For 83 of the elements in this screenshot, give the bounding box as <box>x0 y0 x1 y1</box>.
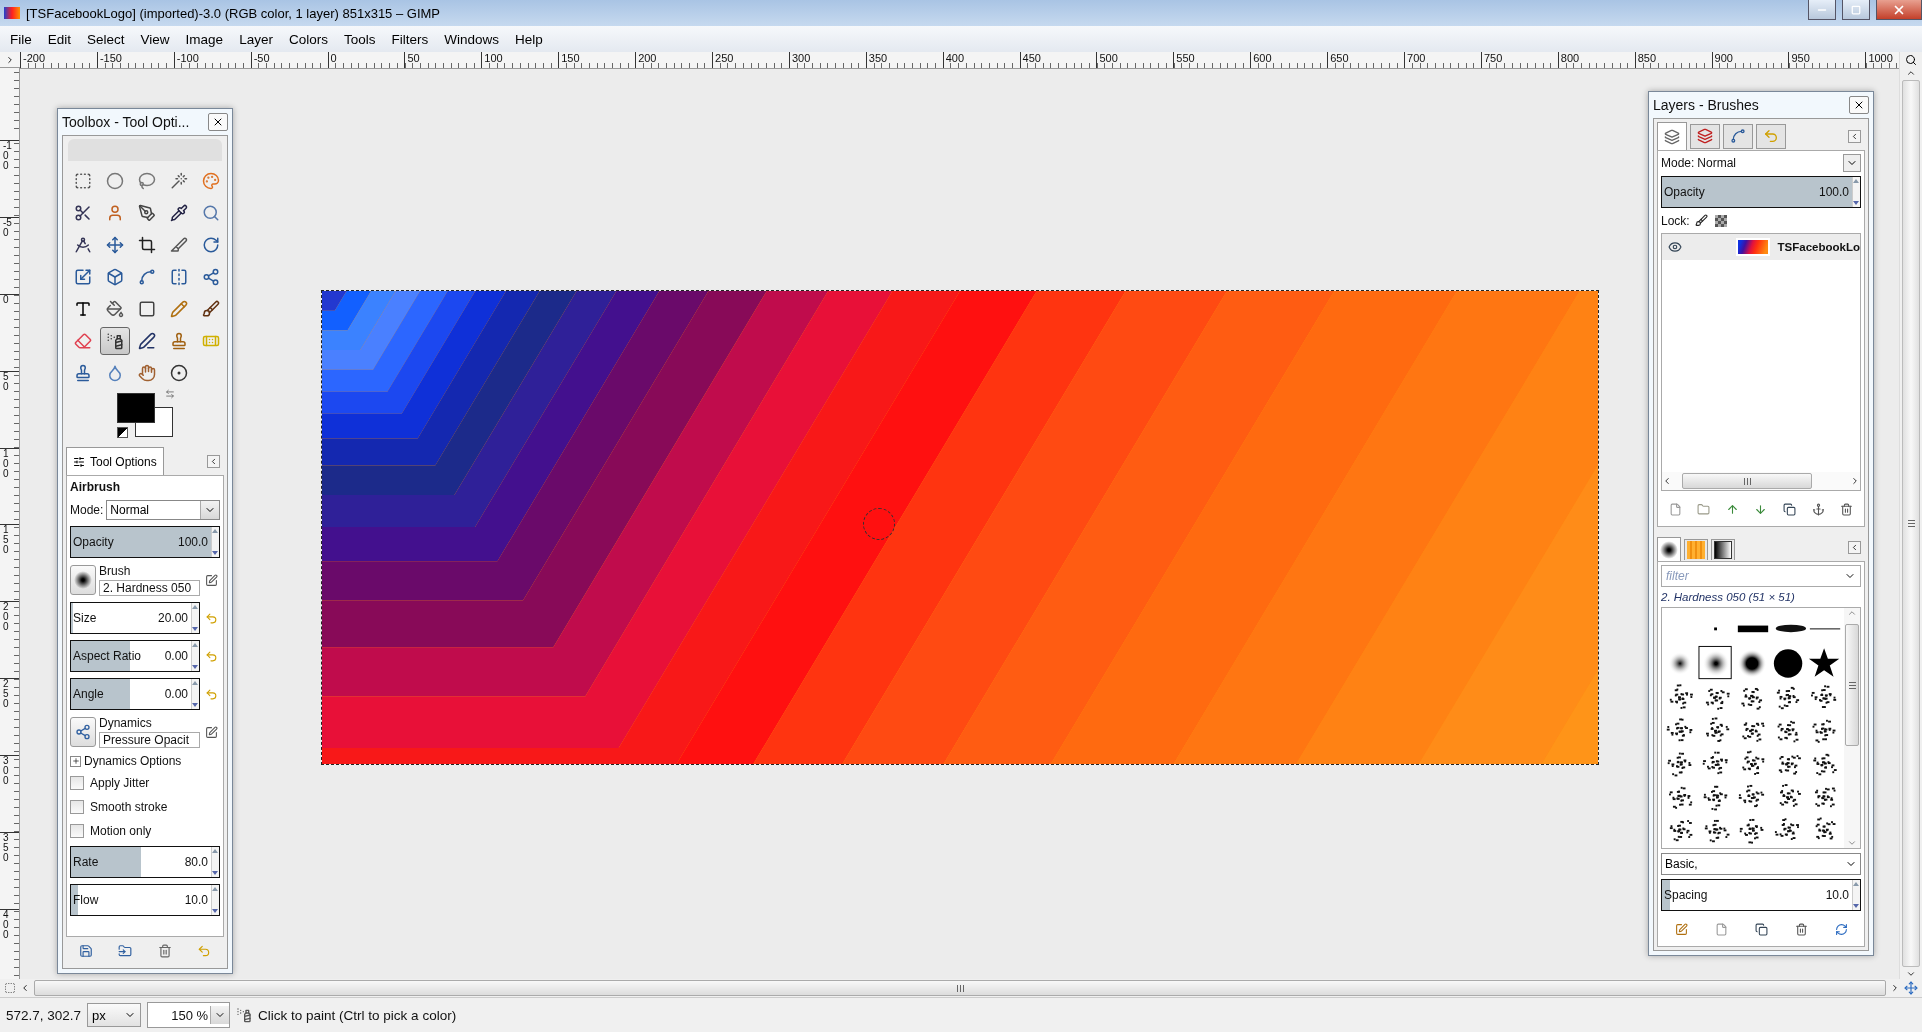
tool-options-tab[interactable]: Tool Options <box>66 447 164 475</box>
window-title: [TSFacebookLogo] (imported)-3.0 (RGB color, 1 layer) 851x315 – GIMP <box>26 5 442 21</box>
ruler-label: 300 <box>2 756 10 787</box>
ruler-label: 900 <box>1713 52 1734 64</box>
status-message: Click to paint (Ctrl to pick a color) <box>258 1007 457 1023</box>
value-slider[interactable]: Rate 80.0 <box>70 846 220 878</box>
mode-value: Normal <box>1697 156 1737 170</box>
ruler-label: 200 <box>2 602 10 633</box>
layer-name: TSFacebookLo <box>1777 241 1860 253</box>
layer-row[interactable]: TSFacebookLo <box>1662 234 1860 260</box>
ruler-label: -200 <box>22 52 47 64</box>
checkbox-label: Smooth stroke <box>90 800 168 814</box>
panel-title: Toolbox - Tool Opti... <box>62 114 190 130</box>
value-slider[interactable]: Spacing 10.0 <box>1661 879 1861 911</box>
unit-dropdown[interactable]: px <box>87 1003 142 1027</box>
ruler-label: 150 <box>560 52 581 64</box>
brush-label: Brush <box>99 564 132 578</box>
menu-item[interactable]: Edit <box>39 31 80 47</box>
brush-field[interactable]: 2. Hardness 050 <box>99 580 200 596</box>
menu-item[interactable]: Select <box>79 31 133 47</box>
menu-item[interactable]: Image <box>177 31 232 47</box>
ruler-label: 250 <box>714 52 735 64</box>
ruler-label: 600 <box>1252 52 1273 64</box>
ruler-label: 0 <box>2 294 10 305</box>
menu-item[interactable]: Filters <box>383 31 437 47</box>
ruler-label: -50 <box>2 217 13 238</box>
ruler-label: 400 <box>2 909 10 940</box>
ruler-label: 250 <box>2 679 10 710</box>
mode-dropdown[interactable]: Normal <box>106 500 220 520</box>
ruler-label: -50 <box>252 52 271 64</box>
expander-label[interactable]: Dynamics Options <box>84 754 182 768</box>
ruler-label: 300 <box>790 52 812 64</box>
menu-item[interactable]: File <box>2 31 40 47</box>
value-slider[interactable]: Flow 10.0 <box>70 884 220 916</box>
ruler-label: 500 <box>1098 52 1119 64</box>
pointer-coordinates: 572.7, 302.7 <box>6 1007 82 1023</box>
dynamics-field[interactable]: Pressure Opacit <box>99 732 200 748</box>
filter-box[interactable]: filter <box>1661 565 1861 587</box>
value-slider[interactable]: Opacity 100.0 <box>70 526 220 558</box>
menu-item[interactable]: Windows <box>436 31 507 47</box>
value-slider[interactable]: Angle 0.00 <box>70 678 200 710</box>
ruler-label: 100 <box>483 52 504 64</box>
ruler-label: 750 <box>1482 52 1504 64</box>
zoom-field[interactable]: 150 % <box>147 1002 231 1028</box>
ruler-label: 700 <box>1406 52 1427 64</box>
value-slider[interactable]: Opacity 100.0 <box>1661 176 1861 208</box>
ruler-label: 850 <box>1636 52 1658 64</box>
tag-dropdown[interactable]: Basic, <box>1661 853 1861 875</box>
value-slider[interactable]: Size 20.00 <box>70 602 200 634</box>
value-slider[interactable]: Aspect Ratio 0.00 <box>70 640 200 672</box>
ruler-label: 650 <box>1329 52 1350 64</box>
ruler-label: 50 <box>406 52 421 64</box>
ruler-label: 50 <box>2 371 10 392</box>
lock-label: Lock: <box>1661 213 1690 228</box>
menu-item[interactable]: Layer <box>231 31 281 47</box>
ruler-label: -100 <box>175 52 200 64</box>
ruler-label: 800 <box>1559 52 1581 64</box>
menu-item[interactable]: Tools <box>335 31 384 47</box>
ruler-label: 350 <box>2 833 10 863</box>
ruler-label: -150 <box>98 52 123 64</box>
ruler-label: 550 <box>1175 52 1196 64</box>
ruler-label: 150 <box>2 525 10 556</box>
ruler-label: 400 <box>944 52 966 64</box>
tool-name: Airbrush <box>70 480 121 494</box>
mode-label: Mode: <box>1661 156 1695 170</box>
ruler-label: 350 <box>867 52 889 64</box>
panel-title: Layers - Brushes <box>1653 97 1759 113</box>
dynamics-label: Dynamics <box>99 716 153 730</box>
ruler-label: 950 <box>1790 52 1811 64</box>
ruler-label: -100 <box>2 141 13 171</box>
checkbox-label: Apply Jitter <box>90 776 150 790</box>
ruler-label: 1000 <box>1867 52 1894 64</box>
checkbox-label: Motion only <box>90 824 152 838</box>
menu-item[interactable]: View <box>132 31 178 47</box>
filter-field[interactable]: filter <box>1666 569 1844 583</box>
ruler-label: 200 <box>637 52 658 64</box>
ruler-label: 100 <box>2 448 10 479</box>
menu-item[interactable]: Colors <box>280 31 336 47</box>
menu-item[interactable]: Help <box>506 31 551 47</box>
ruler-label: 0 <box>329 52 338 64</box>
ruler-label: 450 <box>1021 52 1042 64</box>
brush-name: 2. Hardness 050 (51 × 51) <box>1661 591 1796 603</box>
mode-label: Mode: <box>70 503 104 517</box>
